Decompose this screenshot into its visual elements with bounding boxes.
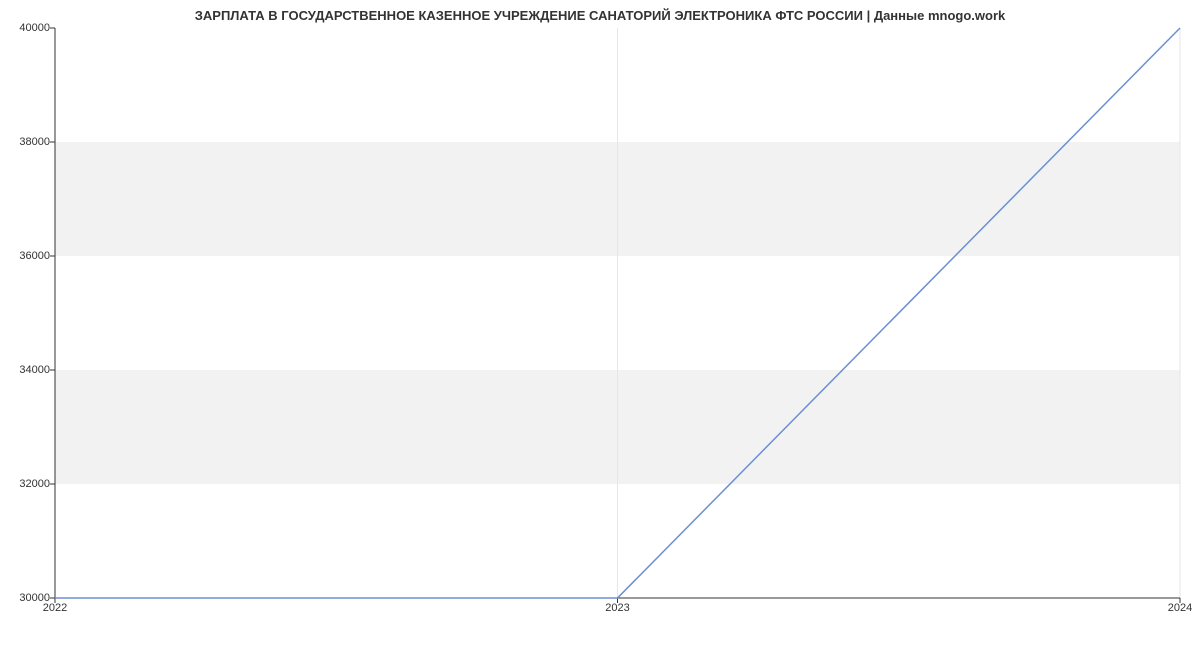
x-tick-label: 2024 (1168, 602, 1192, 614)
plot-area (55, 28, 1180, 598)
x-tick-label: 2023 (605, 602, 629, 614)
chart-title: ЗАРПЛАТА В ГОСУДАРСТВЕННОЕ КАЗЕННОЕ УЧРЕ… (0, 8, 1200, 23)
chart-svg (55, 28, 1180, 598)
x-tick-label: 2022 (43, 602, 67, 614)
y-tick-label: 32000 (5, 478, 50, 490)
chart-container: ЗАРПЛАТА В ГОСУДАРСТВЕННОЕ КАЗЕННОЕ УЧРЕ… (0, 0, 1200, 650)
y-tick-label: 40000 (5, 22, 50, 34)
y-tick-label: 34000 (5, 364, 50, 376)
y-tick-label: 38000 (5, 136, 50, 148)
y-tick-label: 36000 (5, 250, 50, 262)
